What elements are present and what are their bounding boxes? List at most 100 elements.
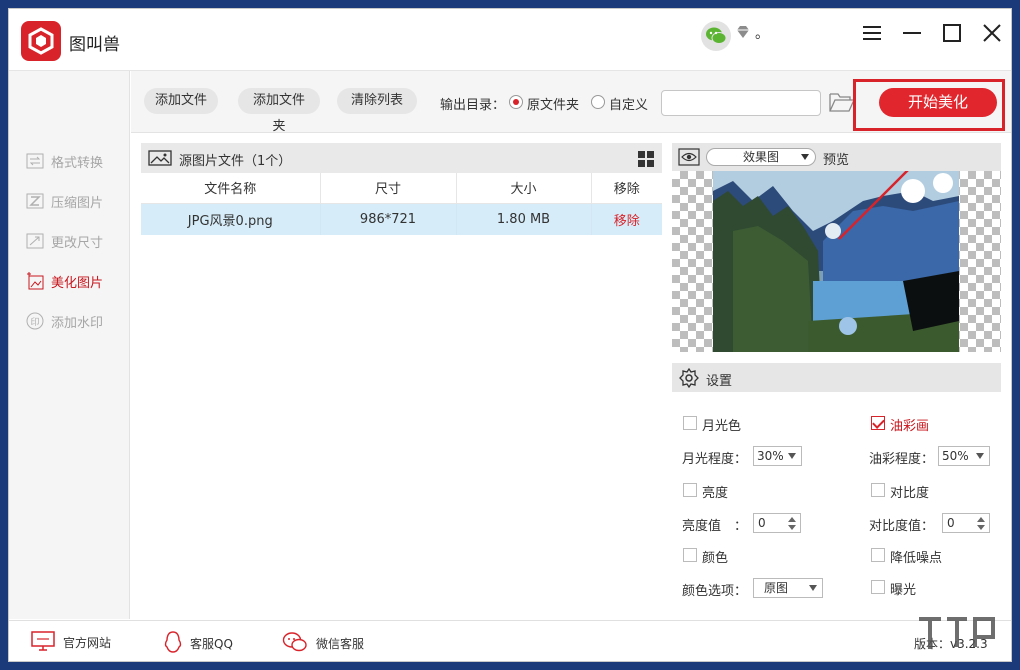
oil-level-value: 50%: [942, 449, 969, 463]
column-header: 尺寸: [320, 173, 457, 204]
sidebar-item-compress[interactable]: 压缩图片: [25, 189, 103, 213]
radio-original-label[interactable]: 原文件夹: [527, 94, 579, 113]
preview-panel: 效果图 预览: [672, 143, 1001, 353]
stepper-down-icon[interactable]: [977, 525, 985, 530]
menu-icon[interactable]: [857, 19, 887, 47]
wechat-login-icon[interactable]: [701, 21, 731, 51]
chevron-down-icon: [801, 154, 809, 160]
gear-icon: [679, 367, 699, 392]
maximize-icon[interactable]: [937, 19, 967, 47]
sidebar-item-format-convert[interactable]: 格式转换: [25, 149, 103, 173]
support-wechat-label: 微信客服: [316, 637, 365, 651]
highlight-box: [853, 79, 1005, 131]
app-logo-icon: [21, 21, 61, 61]
oil-painting-label: 油彩画: [890, 419, 930, 434]
chevron-down-icon: [976, 453, 984, 459]
beautify-icon: [25, 271, 45, 291]
app-title: 图叫兽: [69, 35, 120, 55]
color-option-value: 原图: [764, 581, 789, 595]
oil-level-label: 油彩程度：: [869, 452, 935, 467]
denoise-checkbox[interactable]: [871, 548, 885, 562]
brightness-value-label: 亮度值 ：: [682, 519, 748, 534]
monitor-icon: [31, 631, 55, 654]
support-qq-label: 客服QQ: [190, 637, 233, 651]
color-checkbox[interactable]: [683, 548, 697, 562]
support-qq-link[interactable]: 客服QQ: [164, 631, 233, 656]
contrast-value-label: 对比度值：: [869, 519, 935, 534]
denoise-label: 降低噪点: [890, 551, 943, 566]
settings-panel: 设置 月光色 油彩画 月光程度： 30% 油彩程度： 50% 亮度 对比度 亮度…: [672, 363, 1001, 609]
moonlight-checkbox[interactable]: [683, 416, 697, 430]
image-icon: [148, 150, 172, 170]
moon-level-select[interactable]: 30%: [753, 446, 802, 466]
close-icon[interactable]: [977, 19, 1007, 47]
sidebar-item-beautify[interactable]: 美化图片: [25, 269, 103, 293]
brightness-label: 亮度: [702, 486, 729, 501]
preview-header: 效果图 预览: [672, 143, 1001, 171]
column-header: 大小: [456, 173, 592, 204]
chevron-down-icon: [788, 453, 796, 459]
official-site-label: 官方网站: [63, 636, 112, 650]
add-file-button[interactable]: 添加文件: [144, 88, 218, 114]
remove-link[interactable]: 移除: [591, 203, 662, 235]
dimension-cell: 986*721: [320, 203, 457, 235]
source-files-title: 源图片文件（1个）: [179, 154, 292, 169]
site-watermark-logo: [905, 609, 1011, 661]
stepper-up-icon[interactable]: [977, 517, 985, 522]
stepper-up-icon[interactable]: [788, 517, 796, 522]
radio-original-folder[interactable]: [509, 95, 523, 109]
sidebar-item-label: 更改尺寸: [51, 235, 104, 251]
grid-view-icon[interactable]: [638, 151, 654, 167]
stepper-down-icon[interactable]: [788, 525, 796, 530]
sidebar-item-watermark[interactable]: 印 添加水印: [25, 309, 103, 333]
oil-painting-checkbox[interactable]: [871, 416, 885, 430]
vip-diamond-icon[interactable]: [735, 24, 751, 40]
sidebar-item-label: 压缩图片: [51, 195, 104, 211]
color-label: 颜色: [702, 551, 729, 566]
exposure-label: 曝光: [890, 583, 917, 598]
brightness-value: 0: [758, 516, 766, 530]
output-dir-label: 输出目录：: [440, 98, 506, 113]
chevron-down-icon: [809, 585, 817, 591]
qq-icon: [164, 631, 182, 656]
app-window: 图叫兽 。 格式转换 压缩图片 更改尺寸 美化图片 印 添加水印 添加文件 添加…: [8, 8, 1012, 662]
output-path-input[interactable]: [661, 90, 821, 116]
radio-custom-label[interactable]: 自定义: [609, 94, 648, 113]
table-row[interactable]: JPG风景0.png 986*721 1.80 MB 移除: [141, 203, 662, 235]
contrast-value: 0: [947, 516, 955, 530]
color-option-select[interactable]: 原图: [753, 578, 823, 598]
radio-custom-folder[interactable]: [591, 95, 605, 109]
contrast-checkbox[interactable]: [871, 483, 885, 497]
effect-select[interactable]: 效果图: [706, 148, 816, 166]
sidebar-item-label: 格式转换: [51, 155, 104, 171]
color-option-label: 颜色选项：: [682, 584, 748, 599]
moonlight-label: 月光色: [702, 419, 742, 434]
folder-open-icon[interactable]: [829, 91, 856, 115]
oil-level-select[interactable]: 50%: [938, 446, 990, 466]
eye-icon[interactable]: [678, 148, 700, 170]
contrast-stepper[interactable]: 0: [942, 513, 990, 533]
user-name[interactable]: 。: [755, 23, 769, 43]
source-files-table: 文件名称 尺寸 大小 移除 JPG风景0.png 986*721 1.80 MB…: [141, 173, 662, 235]
official-site-link[interactable]: 官方网站: [31, 631, 111, 654]
sidebar: 格式转换 压缩图片 更改尺寸 美化图片 印 添加水印: [9, 71, 130, 619]
sidebar-item-label: 添加水印: [51, 315, 104, 331]
watermark-icon: 印: [25, 311, 45, 331]
footer: 官方网站 客服QQ 微信客服 版本：v3.2.3: [9, 620, 1011, 661]
add-folder-button[interactable]: 添加文件夹: [238, 88, 320, 134]
moon-level-value: 30%: [757, 449, 784, 463]
brightness-stepper[interactable]: 0: [753, 513, 801, 533]
preview-label: 预览: [823, 153, 850, 168]
support-wechat-link[interactable]: 微信客服: [282, 631, 364, 656]
sidebar-item-resize[interactable]: 更改尺寸: [25, 229, 103, 253]
exposure-checkbox[interactable]: [871, 580, 885, 594]
format-convert-icon: [25, 151, 45, 171]
brightness-checkbox[interactable]: [683, 483, 697, 497]
clear-list-button[interactable]: 清除列表: [337, 88, 417, 114]
minimize-icon[interactable]: [897, 19, 927, 47]
file-size-cell: 1.80 MB: [456, 203, 592, 235]
moon-level-label: 月光程度：: [682, 452, 748, 467]
compress-icon: [25, 191, 45, 211]
resize-icon: [25, 231, 45, 251]
preview-canvas: [672, 171, 1001, 352]
